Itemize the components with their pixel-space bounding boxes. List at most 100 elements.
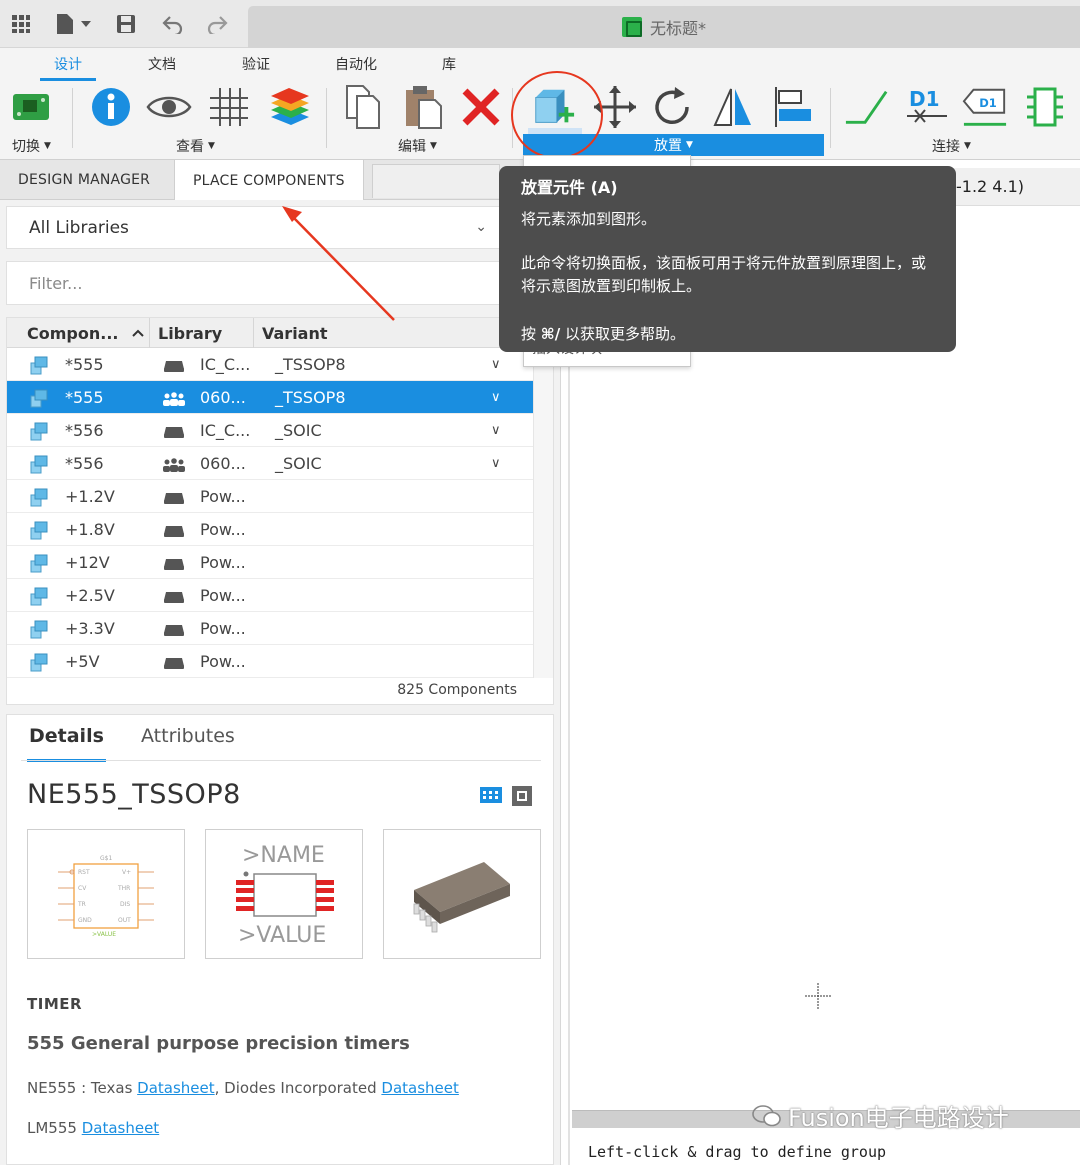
components-table: Compon... Library Variant *555 IC_C... _TS… bbox=[6, 317, 555, 705]
filter-placeholder: Filter... bbox=[29, 273, 83, 293]
library-name: Pow... bbox=[200, 586, 246, 605]
fusion-electronics-app: { "titlebar": {"doc_title": "无标题*"}, "ri… bbox=[0, 0, 1080, 1165]
library-name: 060... bbox=[200, 388, 246, 407]
layers-icon[interactable] bbox=[266, 84, 312, 130]
svg-text:OUT: OUT bbox=[118, 917, 131, 924]
chevron-down-icon[interactable]: ∨ bbox=[491, 423, 501, 438]
variant-name: _TSSOP8 bbox=[275, 388, 346, 407]
table-row[interactable]: +2.5V Pow... bbox=[7, 579, 533, 612]
component-icon bbox=[29, 586, 49, 606]
file-menu-icon[interactable] bbox=[52, 12, 94, 36]
table-row[interactable]: *556 060... _SOIC ∨ bbox=[7, 447, 533, 480]
table-row[interactable]: *555 060... _TSSOP8 ∨ bbox=[7, 381, 533, 414]
footprint-preview[interactable]: >NAME >VALUE bbox=[205, 829, 363, 959]
table-row[interactable]: +1.8V Pow... bbox=[7, 513, 533, 546]
tab-automate[interactable]: 自动化 bbox=[335, 54, 377, 74]
table-row[interactable]: *555 IC_C... _TSSOP8 ∨ bbox=[7, 348, 533, 381]
chevron-down-icon[interactable]: ∨ bbox=[491, 456, 501, 471]
tooltip-help: 按 ⌘/ 以获取更多帮助。 bbox=[521, 325, 685, 343]
connect-group-label[interactable]: 连接 ▼ bbox=[932, 136, 971, 156]
view-group-label[interactable]: 查看 ▼ bbox=[176, 136, 215, 156]
redo-icon[interactable] bbox=[204, 12, 230, 36]
component-name: *555 bbox=[65, 388, 104, 407]
svg-text:TR: TR bbox=[77, 901, 86, 908]
delete-icon[interactable] bbox=[458, 84, 504, 130]
component-icon bbox=[29, 652, 49, 672]
library-name: IC_C... bbox=[200, 355, 251, 374]
tab-document[interactable]: 文档 bbox=[148, 54, 176, 74]
schematic-preview[interactable]: G$1 RST CV TR GND V+ THR DIS OUT >VALUE bbox=[27, 829, 185, 959]
crosshair-cursor-icon bbox=[805, 983, 831, 1009]
tab-details[interactable]: Details bbox=[27, 725, 106, 762]
library-name: Pow... bbox=[200, 520, 246, 539]
component-name: +2.5V bbox=[65, 586, 115, 605]
variant-name: _TSSOP8 bbox=[275, 355, 346, 374]
name-label-icon[interactable]: D1 bbox=[904, 84, 950, 130]
watermark: Fusion电子电路设计 bbox=[752, 1098, 1009, 1133]
tab-design[interactable]: 设计 bbox=[40, 54, 96, 81]
component-icon bbox=[29, 355, 49, 375]
table-rows: *555 IC_C... _TSSOP8 ∨ *555 060... _TSSOP8 ∨ *55… bbox=[7, 348, 533, 678]
place-component-tooltip: 放置元件 (A) 将元素添加到图形。 此命令将切换面板，该面板可用于将元件放置到… bbox=[499, 166, 956, 352]
annotation-arrow bbox=[282, 206, 395, 321]
rotate-icon[interactable] bbox=[650, 84, 696, 130]
switch-group-label[interactable]: 切换 ▼ bbox=[12, 136, 51, 156]
table-row[interactable]: +5V Pow... bbox=[7, 645, 533, 678]
value-tag-icon[interactable]: D1 bbox=[962, 84, 1008, 130]
3d-model-preview[interactable] bbox=[383, 829, 541, 959]
variant-name: _SOIC bbox=[275, 421, 322, 440]
component-name: +1.2V bbox=[65, 487, 115, 506]
svg-text:GND: GND bbox=[78, 917, 92, 924]
svg-text:>VALUE: >VALUE bbox=[92, 931, 116, 938]
tab-place-components[interactable]: PLACE COMPONENTS bbox=[174, 160, 364, 201]
tab-design-manager[interactable]: DESIGN MANAGER bbox=[0, 160, 168, 200]
table-row[interactable]: *556 IC_C... _SOIC ∨ bbox=[7, 414, 533, 447]
tab-validate[interactable]: 验证 bbox=[242, 54, 270, 74]
chevron-down-icon[interactable]: ∨ bbox=[491, 390, 501, 405]
title-bar: 无标题* bbox=[0, 0, 1080, 48]
component-name: *556 bbox=[65, 421, 104, 440]
pin-header-icon[interactable] bbox=[1022, 84, 1068, 130]
document-tab[interactable]: 无标题* bbox=[248, 6, 1080, 48]
datasheet-link-ti[interactable]: Datasheet bbox=[137, 1079, 214, 1097]
component-name: *555 bbox=[65, 355, 104, 374]
part-category: TIMER bbox=[27, 995, 83, 1013]
undo-icon[interactable] bbox=[160, 12, 186, 36]
paste-icon[interactable] bbox=[400, 84, 446, 130]
table-row[interactable]: +12V Pow... bbox=[7, 546, 533, 579]
mirror-icon[interactable] bbox=[710, 84, 756, 130]
tab-attributes[interactable]: Attributes bbox=[141, 725, 235, 747]
chevron-down-icon: ⌄ bbox=[475, 219, 487, 235]
filter-input[interactable]: Filter... bbox=[6, 261, 500, 305]
column-header-component[interactable]: Compon... bbox=[7, 318, 149, 348]
library-name: Pow... bbox=[200, 553, 246, 572]
table-scrollbar[interactable] bbox=[533, 348, 553, 678]
component-name: +3.3V bbox=[65, 619, 115, 638]
svg-text:CV: CV bbox=[78, 885, 87, 892]
table-row[interactable]: +3.3V Pow... bbox=[7, 612, 533, 645]
column-header-library[interactable]: Library bbox=[149, 318, 253, 348]
align-icon[interactable] bbox=[770, 84, 816, 130]
chip-view-icon[interactable] bbox=[511, 785, 533, 807]
save-icon[interactable] bbox=[114, 12, 138, 36]
wechat-icon bbox=[752, 1104, 781, 1126]
copy-icon[interactable] bbox=[340, 84, 386, 130]
chevron-down-icon[interactable]: ∨ bbox=[491, 357, 501, 372]
datasheet-link-lm555[interactable]: Datasheet bbox=[82, 1119, 159, 1137]
svg-text:>VALUE: >VALUE bbox=[238, 923, 326, 948]
component-icon bbox=[29, 619, 49, 639]
tab-library[interactable]: 库 bbox=[442, 54, 456, 74]
library-dropdown[interactable]: All Libraries ⌄ bbox=[6, 206, 500, 249]
eye-icon[interactable] bbox=[146, 84, 192, 130]
symbol-view-icon[interactable] bbox=[479, 785, 503, 805]
library-name: Pow... bbox=[200, 619, 246, 638]
net-wire-icon[interactable] bbox=[844, 84, 890, 130]
table-row[interactable]: +1.2V Pow... bbox=[7, 480, 533, 513]
grid-icon[interactable] bbox=[206, 84, 252, 130]
svg-text:DIS: DIS bbox=[120, 901, 130, 908]
edit-group-label[interactable]: 编辑 ▼ bbox=[398, 136, 437, 156]
switch-to-board-icon[interactable] bbox=[8, 84, 54, 130]
datasheet-link-diodes[interactable]: Datasheet bbox=[381, 1079, 458, 1097]
info-icon[interactable] bbox=[88, 84, 134, 130]
app-grid-icon[interactable] bbox=[10, 12, 32, 36]
